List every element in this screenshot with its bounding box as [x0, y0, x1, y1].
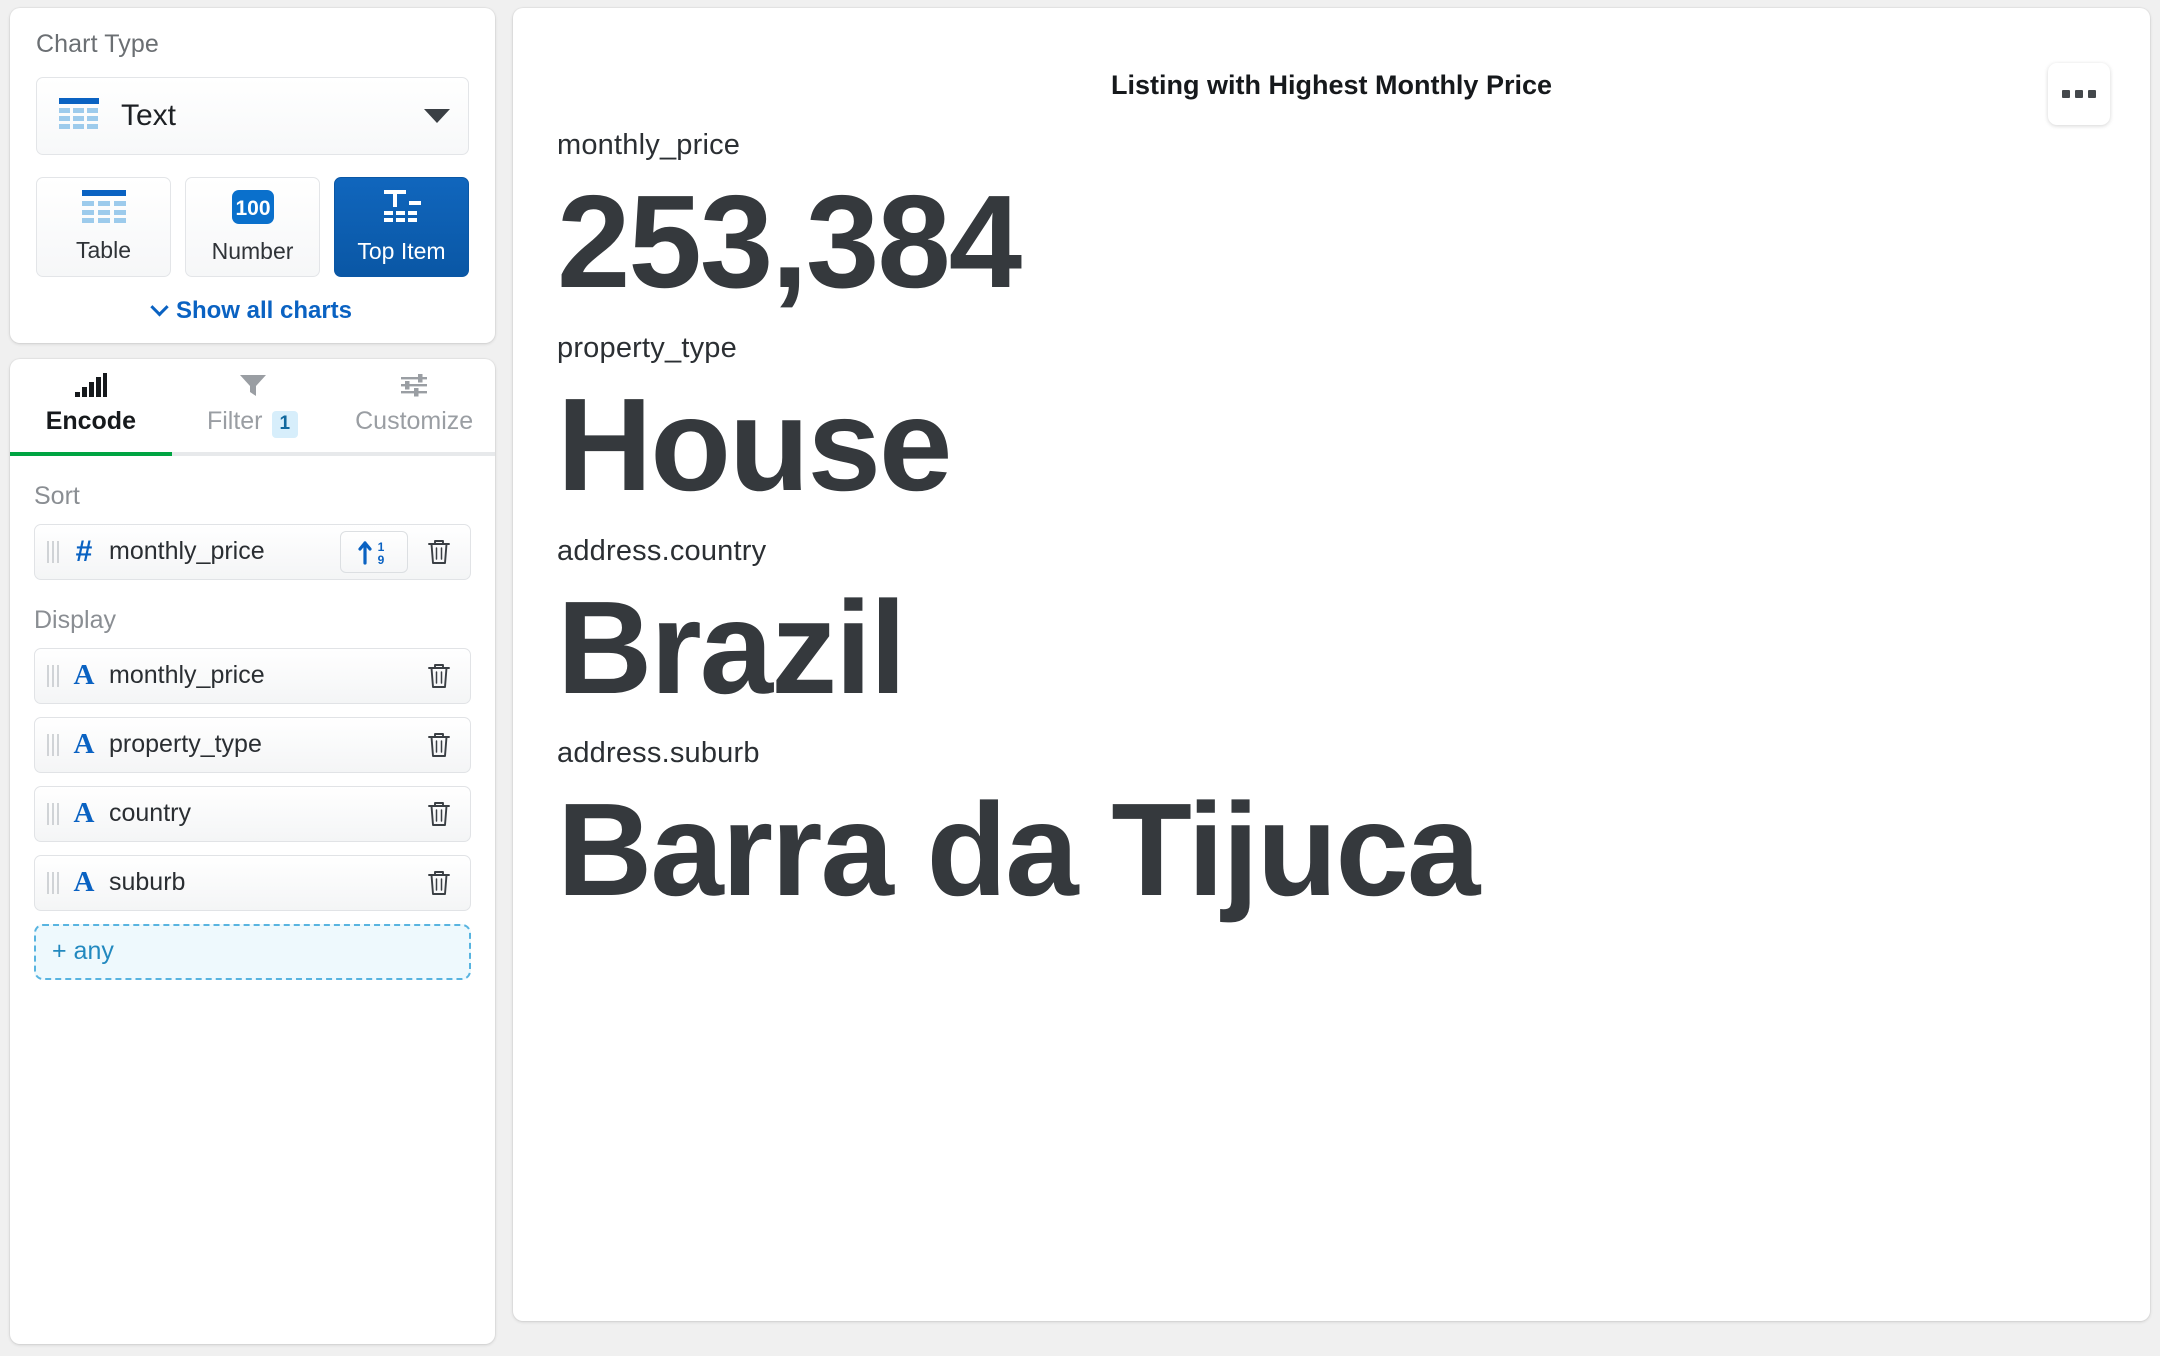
display-field-row[interactable]: A country: [34, 785, 471, 842]
tab-customize[interactable]: Customize: [333, 359, 495, 452]
sort-group-label: Sort: [34, 481, 80, 510]
top-item-field-value: Brazil: [557, 573, 906, 721]
chart-type-button-number[interactable]: 100 Number: [185, 177, 320, 277]
filter-count-badge: 1: [271, 411, 299, 438]
trash-icon[interactable]: [418, 531, 460, 573]
svg-text:100: 100: [235, 197, 270, 220]
sort-field-name: monthly_price: [109, 537, 265, 566]
funnel-icon: [239, 373, 267, 402]
display-field-name: monthly_price: [109, 661, 265, 690]
ellipsis-icon[interactable]: [2048, 63, 2110, 125]
page-title: Listing with Highest Monthly Price: [1110, 70, 1553, 100]
chart-preview-panel: Listing with Highest Monthly Price month…: [513, 8, 2150, 1321]
drag-handle-icon[interactable]: [47, 664, 59, 687]
tab-filter-label: Filter: [206, 407, 263, 435]
top-item-field: address.country Brazil: [557, 535, 2106, 722]
top-item-field: address.suburb Barra da Tijuca: [557, 737, 2106, 924]
app-root: Chart Type Text Table 100 Number Top Ite…: [0, 0, 2160, 1356]
top-item-field-value: 253,384: [557, 168, 1022, 315]
chart-type-button-table[interactable]: Table: [36, 177, 171, 277]
top-item-field: monthly_price 253,384: [557, 129, 2106, 316]
number-field-icon: #: [75, 534, 93, 568]
drag-handle-icon[interactable]: [47, 871, 59, 894]
top-item-icon: [379, 189, 425, 230]
sort-group: Sort # monthly_price 1 9: [34, 482, 471, 580]
tab-encode-row: Encode: [46, 407, 136, 436]
panel-tabs: Encode Filter 1 Customize: [10, 359, 495, 456]
sort-ascending-numeric-icon[interactable]: 1 9: [340, 530, 408, 573]
chart-type-select[interactable]: Text: [36, 77, 469, 155]
chart-type-button-label: Top Item: [357, 238, 446, 264]
text-field-icon: A: [73, 659, 95, 692]
chart-type-section-label: Chart Type: [36, 30, 159, 58]
display-field-name: country: [109, 799, 191, 828]
table-icon: [80, 190, 128, 229]
trash-icon[interactable]: [418, 655, 460, 697]
chart-type-button-top-item[interactable]: Top Item: [334, 177, 469, 277]
display-field-row[interactable]: A monthly_price: [34, 647, 471, 704]
tab-filter-row: Filter 1: [206, 407, 299, 438]
display-field-name: property_type: [109, 730, 262, 759]
display-field-row[interactable]: A property_type: [34, 716, 471, 773]
add-field-label: + any: [52, 937, 114, 966]
top-item-field-value: Barra da Tijuca: [557, 776, 1480, 924]
display-group-label: Display: [34, 605, 116, 634]
chart-type-button-label: Number: [211, 238, 294, 264]
top-item-field-label: monthly_price: [557, 129, 741, 161]
table-icon: [59, 97, 99, 135]
tab-filter[interactable]: Filter 1: [172, 359, 334, 452]
sort-field-row[interactable]: # monthly_price 1 9: [34, 523, 471, 580]
text-field-icon: A: [73, 866, 95, 899]
show-all-charts-link[interactable]: Show all charts: [36, 297, 469, 325]
top-item-field: property_type House: [557, 332, 2106, 519]
chevron-down-icon: [150, 297, 169, 316]
add-field-dropzone[interactable]: + any: [34, 923, 471, 980]
number-100-icon: 100: [228, 189, 278, 230]
chart-type-selected-label: Text: [121, 99, 177, 132]
trash-icon[interactable]: [418, 724, 460, 766]
text-field-icon: A: [73, 797, 95, 830]
tab-customize-row: Customize: [355, 407, 473, 436]
tab-encode[interactable]: Encode: [10, 359, 172, 456]
chart-type-panel: Chart Type Text Table 100 Number Top Ite…: [10, 8, 495, 343]
top-item-field-label: property_type: [557, 331, 737, 364]
tab-encode-label: Encode: [45, 407, 136, 435]
drag-handle-icon[interactable]: [47, 540, 59, 563]
trash-icon[interactable]: [418, 862, 460, 904]
tab-active-underline: [10, 451, 172, 456]
top-item-field-value: House: [557, 370, 952, 518]
display-field-name: suburb: [109, 868, 186, 897]
tab-customize-label: Customize: [355, 407, 474, 435]
encode-panel: Encode Filter 1 Customize Sort # monthly…: [10, 359, 495, 1344]
caret-down-icon: [424, 109, 450, 123]
trash-icon[interactable]: [418, 793, 460, 835]
display-field-row[interactable]: A suburb: [34, 854, 471, 911]
text-field-icon: A: [73, 728, 95, 761]
encode-body: Sort # monthly_price 1 9 Display A month…: [10, 456, 495, 1000]
drag-handle-icon[interactable]: [47, 733, 59, 756]
svg-text:9: 9: [378, 553, 385, 566]
bar-chart-icon: [74, 373, 107, 402]
chart-type-buttons: Table 100 Number Top Item: [36, 177, 469, 277]
show-all-charts-label: Show all charts: [175, 297, 353, 324]
top-item-field-label: address.suburb: [557, 737, 760, 770]
left-sidebar: Chart Type Text Table 100 Number Top Ite…: [10, 8, 495, 1344]
sliders-icon: [399, 373, 429, 402]
chart-type-button-label: Table: [76, 237, 131, 263]
drag-handle-icon[interactable]: [47, 802, 59, 825]
display-group: Display A monthly_price A property_type …: [34, 606, 471, 980]
top-item-field-label: address.country: [557, 534, 767, 567]
top-item-content: monthly_price 253,384 property_type Hous…: [513, 101, 2150, 924]
svg-text:1: 1: [378, 540, 385, 554]
